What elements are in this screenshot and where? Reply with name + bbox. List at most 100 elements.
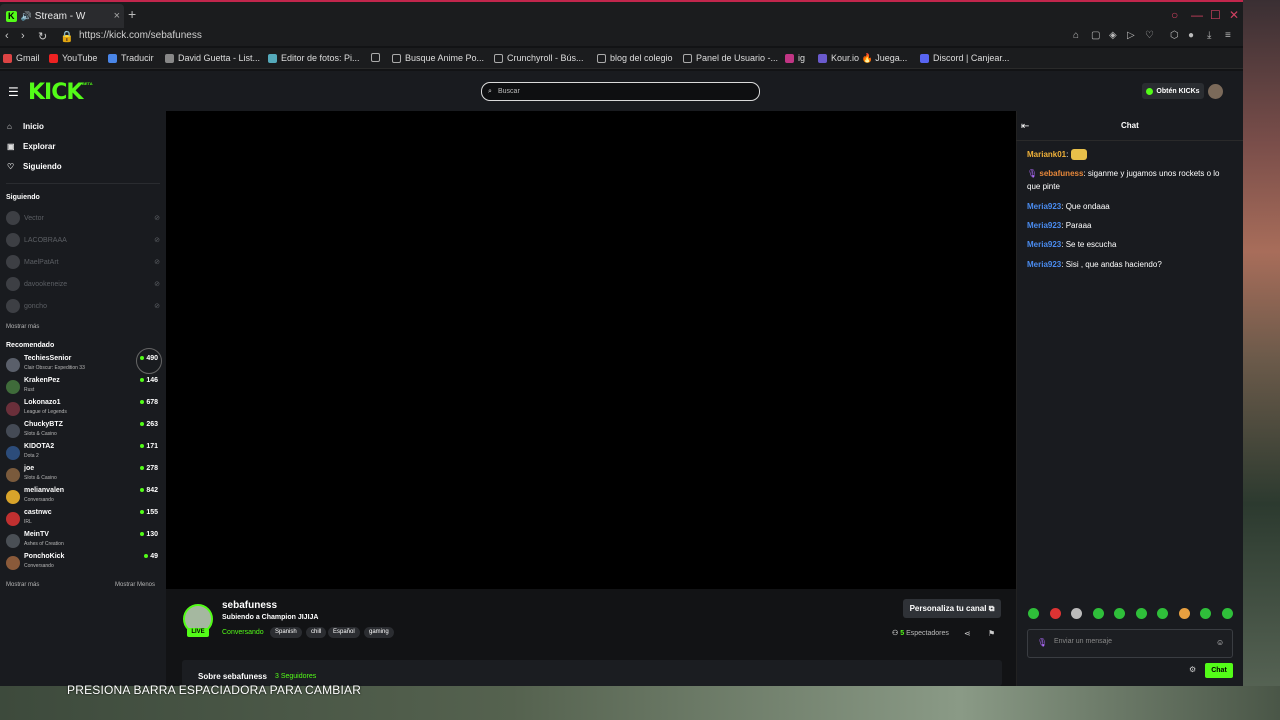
new-tab-icon[interactable]: + (128, 6, 136, 22)
back-icon[interactable]: ‹ (5, 30, 9, 42)
recommended-channel[interactable]: KrakenPez Rust 146 (6, 377, 160, 397)
bookmark-youtube[interactable]: YouTube (49, 53, 97, 63)
stream-category[interactable]: Conversando (222, 629, 264, 636)
kick-logo[interactable]: KICK (28, 80, 83, 105)
recommended-channel[interactable]: MeinTV Ashes of Creation 130 (6, 531, 160, 551)
recommended-channel[interactable]: PonchoKick Conversando 49 (6, 553, 160, 573)
maximize-icon[interactable]: ☐ (1210, 8, 1221, 22)
channel-category: Rust (24, 387, 35, 393)
channel-name: KIDOTA2 (24, 443, 55, 450)
search-tabs-icon[interactable]: ○ (1171, 8, 1178, 22)
emoji-picker-icon[interactable]: ☺ (1216, 638, 1224, 647)
avatar (6, 277, 20, 291)
tag-chip[interactable]: chill (306, 627, 327, 638)
recommended-channel[interactable]: ChuckyBTZ Slots & Casino 263 (6, 421, 160, 441)
close-tab-icon[interactable]: × (114, 10, 120, 22)
bookmark-panel[interactable]: Panel de Usuario -... (683, 53, 778, 63)
bookmark-page-icon[interactable]: ⌂ (1073, 30, 1079, 41)
bookmark-ig[interactable]: ig (785, 53, 805, 63)
bookmark-crunchyroll[interactable]: Crunchyroll - Bús... (494, 53, 584, 63)
recommended-channel[interactable]: KIDOTA2 Dota 2 171 (6, 443, 160, 463)
chat-message: Meria923: Que ondaaa (1027, 202, 1110, 211)
recommended-channel[interactable]: melianvalen Conversando 842 (6, 487, 160, 507)
user-avatar[interactable] (1208, 84, 1223, 99)
profile-icon[interactable]: ● (1188, 30, 1194, 41)
avatar (6, 255, 20, 269)
customize-channel-button[interactable]: Personaliza tu canal ⧉ (903, 599, 1001, 618)
viewer-count: 155 (140, 509, 158, 516)
search-input[interactable]: ⌕ Buscar (481, 82, 760, 101)
mic-icon[interactable]: 🎙 (1037, 638, 1047, 647)
minimize-icon[interactable]: — (1191, 8, 1203, 22)
shield-icon[interactable]: ◈ (1109, 30, 1117, 41)
download-icon[interactable]: ⤓ (1207, 30, 1211, 41)
tag-chip[interactable]: Español (328, 627, 360, 638)
bookmark-kour[interactable]: Kour.io 🔥 Juega... (818, 53, 907, 64)
menu-icon[interactable]: ≡ (1225, 30, 1231, 41)
followers-count: 3 Seguidores (275, 673, 317, 680)
heart-icon[interactable]: ♡ (1145, 30, 1154, 41)
following-item[interactable]: MaelPatArt ⊘ (6, 255, 160, 269)
viewer-count: 278 (140, 465, 158, 472)
avatar (6, 380, 20, 394)
gear-icon[interactable]: ⚙ (1189, 665, 1196, 674)
extensions-icon[interactable]: ⬡ (1170, 30, 1179, 41)
chat-placeholder: Enviar un mensaje (1054, 638, 1112, 645)
bookmark-photo-editor[interactable]: Editor de fotos: Pi... (268, 53, 360, 63)
forward-icon[interactable]: › (21, 30, 25, 42)
follow-icon[interactable]: ⚑ (988, 629, 995, 638)
recommended-channel[interactable]: TechiesSenior Clair Obscur: Expedition 33… (6, 355, 160, 375)
avatar (6, 424, 20, 438)
send-chat-button[interactable]: Chat (1205, 663, 1233, 678)
about-title: Sobre sebafuness (198, 672, 267, 681)
emote-icon[interactable] (1135, 608, 1147, 619)
snapshot-icon[interactable]: ▢ (1091, 30, 1100, 41)
emote-icon[interactable] (1114, 608, 1126, 619)
following-item[interactable]: davookeneize ⊘ (6, 277, 160, 291)
emote-icon[interactable] (1221, 608, 1233, 619)
recommended-channel[interactable]: castnwc IRL 155 (6, 509, 160, 529)
close-window-icon[interactable]: ✕ (1229, 8, 1239, 22)
bookmark-blank[interactable] (371, 53, 384, 62)
viewers-icon: ⚇ (892, 630, 899, 637)
video-player[interactable] (166, 111, 1016, 589)
browser-tab[interactable]: K 🔊 Stream - W × (0, 4, 124, 28)
reload-icon[interactable]: ↻ (38, 30, 47, 43)
channel-name[interactable]: sebafuness (222, 600, 277, 611)
following-item[interactable]: LACOBRAAA ⊘ (6, 233, 160, 247)
bookmark-discord[interactable]: Discord | Canjear... (920, 53, 1009, 63)
following-item[interactable]: Vector ⊘ (6, 211, 160, 225)
show-more-recommended[interactable]: Mostrar más (6, 582, 39, 588)
hamburger-menu-icon[interactable]: ☰ (8, 85, 19, 99)
collapse-chat-icon[interactable]: ⇤ (1021, 121, 1029, 132)
bookmark-gmail[interactable]: Gmail (3, 53, 40, 63)
bookmark-anime[interactable]: Busque Anime Po... (392, 53, 484, 63)
nav-inicio[interactable]: ⌂ Inicio (7, 122, 44, 131)
bookmark-blog[interactable]: blog del colegio (597, 53, 673, 63)
following-item[interactable]: goncho ⊘ (6, 299, 160, 313)
get-kicks-button[interactable]: Obtén KICKs (1142, 83, 1204, 99)
emote-icon[interactable] (1157, 608, 1169, 619)
tag-chip[interactable]: gaming (364, 627, 394, 638)
bookmark-guetta[interactable]: David Guetta - List... (165, 53, 260, 63)
nav-explorar[interactable]: ▣ Explorar (7, 142, 55, 151)
browse-icon: ▣ (7, 142, 15, 151)
url-field[interactable]: https://kick.com/sebafuness (79, 30, 202, 41)
emote-icon[interactable] (1092, 608, 1104, 619)
show-less-recommended[interactable]: Mostrar Menos (115, 582, 155, 588)
recommended-channel[interactable]: joe Slots & Casino 278 (6, 465, 160, 485)
nav-siguiendo[interactable]: ♡ Siguiendo (7, 162, 62, 171)
channel-name: Lokonazo1 (24, 399, 61, 406)
bookmark-translate[interactable]: Traducir (108, 53, 154, 63)
tag-chip[interactable]: Spanish (270, 627, 302, 638)
emote-icon[interactable] (1071, 608, 1083, 619)
show-more-following[interactable]: Mostrar más (6, 324, 39, 330)
emote-icon[interactable] (1028, 608, 1039, 619)
share-icon[interactable]: ⋖ (964, 629, 971, 638)
recommended-channel[interactable]: Lokonazo1 League of Legends 678 (6, 399, 160, 419)
emote-icon[interactable] (1200, 608, 1212, 619)
emote-icon[interactable] (1178, 608, 1190, 619)
emote-icon[interactable] (1049, 608, 1061, 619)
player-icon[interactable]: ▷ (1127, 30, 1135, 41)
channel-category: IRL (24, 519, 32, 525)
